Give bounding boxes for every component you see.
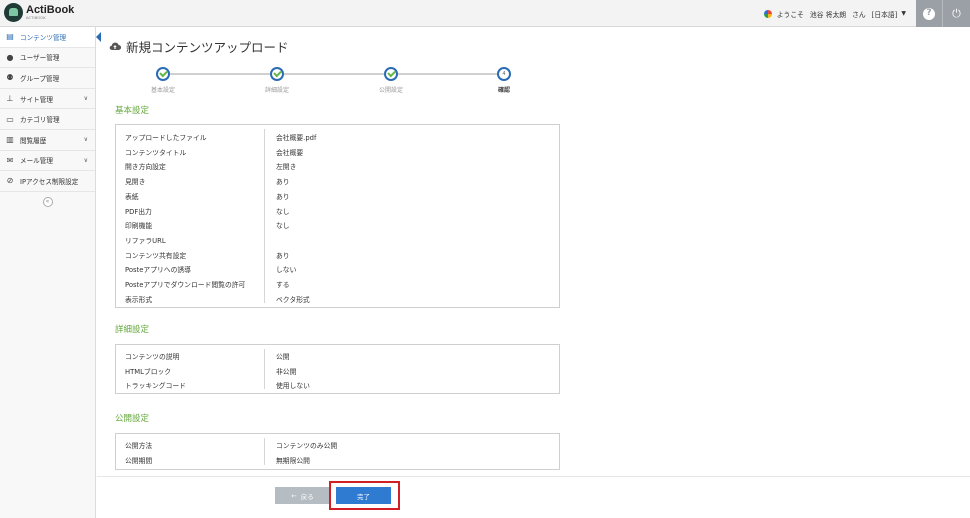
collapse-sidebar-icon[interactable]: « [42,196,53,207]
sidebar-item-mail[interactable]: ✉ メール管理 ∨ [0,151,95,172]
back-button[interactable]: ← 戻る [275,487,330,504]
ban-icon: ⊘ [6,176,14,186]
sidebar-collapse-bar: « [0,192,95,212]
step-number: 4 [502,70,506,77]
table-divider [264,438,265,465]
user-color-icon [763,9,772,18]
sidebar-item-label: グループ管理 [20,74,60,83]
logo-name: ActiBook [26,3,75,16]
sidebar-item-categories[interactable]: ▭ カテゴリ管理 [0,109,95,130]
chevron-down-icon: ∨ [83,136,88,144]
honorific: さん [852,10,866,19]
back-button-label: 戻る [300,492,314,501]
group-icon: ⚉ [6,73,14,83]
step-publish-check-icon [384,67,398,81]
bar-chart-icon: ▥ [6,135,14,145]
sidebar-item-history[interactable]: ▥ 閲覧履歴 ∨ [0,130,95,151]
sidebar-item-label: コンテンツ管理 [20,33,67,42]
welcome-text: ようこそ [776,10,804,19]
chevron-down-icon: ∨ [83,156,88,164]
step-label-confirm: 確認 [497,87,511,94]
table-divider [264,129,265,303]
highlight-annotation [329,481,400,510]
sidebar-item-label: カテゴリ管理 [20,116,60,125]
detail-settings-table: コンテンツの説明 公開 HTMLブロック 非公開 トラッキングコード 使用しない [115,344,560,394]
sidebar-item-label: サイト管理 [20,95,53,104]
cloud-upload-icon [109,42,121,51]
arrow-left-icon: ← [291,491,297,500]
stepper-connector [398,73,498,75]
step-label-basic: 基本設定 [150,87,176,94]
actibook-logo[interactable]: ActiBook ACTIBOOK [4,3,74,22]
step-confirm-marker: 4 [497,67,511,81]
section-title-detail: 詳細設定 [115,325,150,335]
book-icon: ▤ [6,32,14,42]
basic-settings-table: アップロードしたファイル 会社概要.pdf コンテンツタイトル 会社概要 開き方向設… [115,124,560,308]
sidebar-item-sites[interactable]: ⊥ サイト管理 ∨ [0,89,95,110]
logout-button[interactable]: ⏻ [943,0,970,27]
top-header: ActiBook ACTIBOOK ようこそ 池谷 将太朗 さん [日本語] ▼… [0,0,970,27]
footer-divider [97,476,970,477]
section-title-basic: 基本設定 [115,106,150,116]
caret-down-icon[interactable]: ▼ [901,10,906,17]
sitemap-icon: ⊥ [6,94,14,104]
chevron-down-icon: ∨ [83,95,88,103]
user-icon: ● [6,52,14,62]
page-title: 新規コンテンツアップロード [126,40,289,55]
user-menu[interactable]: ようこそ 池谷 将太朗 さん [日本語] ▼ [763,0,912,27]
language-selector[interactable]: [日本語] [872,9,898,19]
sidebar-item-content[interactable]: ▤ コンテンツ管理 [0,27,95,48]
logo-mark-icon [4,3,23,22]
section-title-publish: 公開設定 [115,414,150,424]
stepper-connector [170,73,270,75]
sidebar-item-label: メール管理 [20,157,53,166]
stepper-connector [284,73,384,75]
main-content: 新規コンテンツアップロード 4 基本設定 詳細設定 公開設定 確認 基本設定 ア… [97,27,970,518]
sidebar-item-label: 閲覧履歴 [20,136,47,145]
table-divider [264,349,265,389]
logo-subtitle: ACTIBOOK [26,15,46,20]
sidebar-item-ip-restriction[interactable]: ⊘ IPアクセス制限設定 [0,171,95,192]
step-basic-check-icon [156,67,170,81]
mail-icon: ✉ [6,155,14,165]
sidebar: ▤ コンテンツ管理 ● ユーザー管理 ⚉ グループ管理 ⊥ サイト管理 ∨ ▭ … [0,27,96,518]
folder-icon: ▭ [6,114,14,124]
help-button[interactable]: ? [916,0,943,27]
power-icon: ⏻ [952,7,961,20]
sidebar-item-users[interactable]: ● ユーザー管理 [0,48,95,69]
page-header: 新規コンテンツアップロード [109,37,289,56]
sidebar-item-label: IPアクセス制限設定 [20,177,79,186]
step-detail-check-icon [270,67,284,81]
question-icon: ? [923,7,935,20]
step-label-publish: 公開設定 [378,87,404,94]
sidebar-item-label: ユーザー管理 [20,54,60,63]
sidebar-item-groups[interactable]: ⚉ グループ管理 [0,68,95,89]
user-name: 池谷 将太朗 [809,10,847,19]
step-label-detail: 詳細設定 [264,87,290,94]
publish-settings-table: 公開方法 コンテンツのみ公開 公開期間 無期限公開 [115,433,560,470]
